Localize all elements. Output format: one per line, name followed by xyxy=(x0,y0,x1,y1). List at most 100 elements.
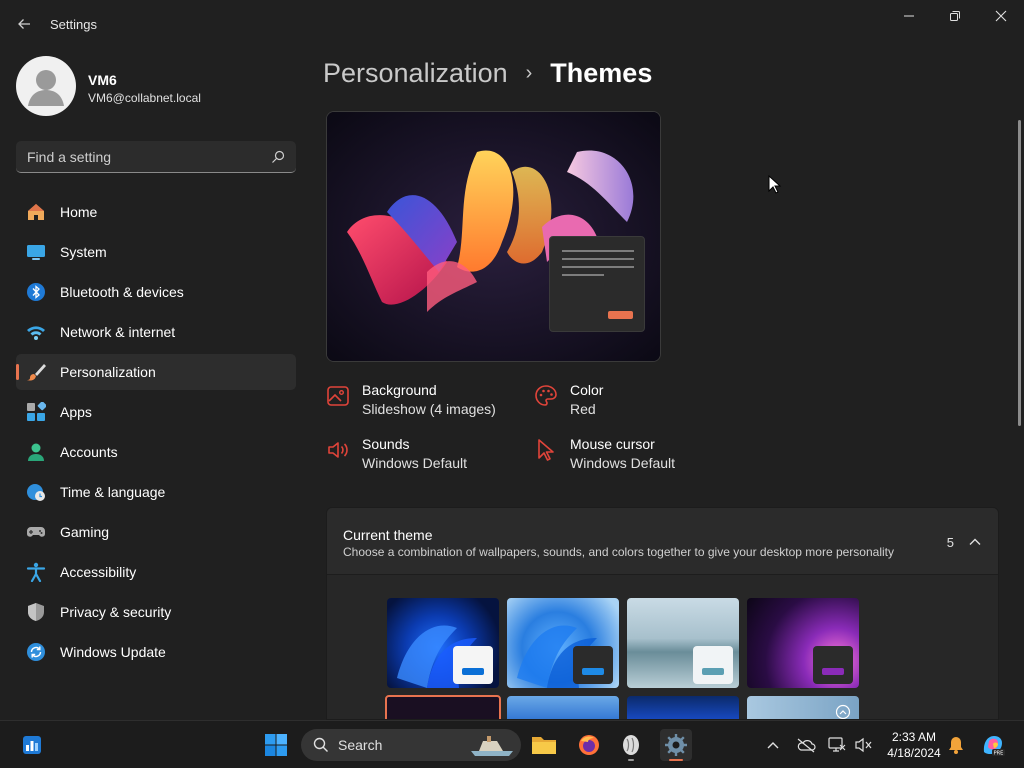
minimize-button[interactable] xyxy=(889,4,929,28)
firefox-button[interactable] xyxy=(573,729,605,761)
theme-thumbnail[interactable] xyxy=(507,598,619,688)
clock-time[interactable]: 2:33 AM xyxy=(880,730,948,744)
sidebar-item-personalization[interactable]: Personalization xyxy=(16,354,296,390)
windows-logo-icon xyxy=(265,734,287,756)
search-highlight-icon xyxy=(471,736,513,756)
taskbar-search[interactable]: Search xyxy=(301,729,521,761)
sidebar-item-home[interactable]: Home xyxy=(16,194,296,230)
mouse-cursor-setting[interactable]: Mouse cursor Windows Default xyxy=(534,436,734,476)
theme-mini-window xyxy=(453,646,493,684)
running-indicator xyxy=(628,759,634,761)
sidebar-item-privacy[interactable]: Privacy & security xyxy=(16,594,296,630)
volume-muted-icon[interactable] xyxy=(855,737,873,753)
sidebar-item-apps[interactable]: Apps xyxy=(16,394,296,430)
home-icon xyxy=(28,204,44,220)
current-theme-title: Current theme xyxy=(343,527,433,543)
svg-text:PRE: PRE xyxy=(994,751,1004,757)
theme-thumbnail[interactable] xyxy=(627,696,739,719)
chevron-up-icon[interactable] xyxy=(766,739,780,751)
sidebar-nav: Home System Bluetooth & devices Network … xyxy=(16,194,296,674)
sidebar-item-accessibility[interactable]: Accessibility xyxy=(16,554,296,590)
avatar xyxy=(16,56,76,116)
app-icon xyxy=(623,735,639,755)
gear-icon xyxy=(665,734,687,756)
sidebar-item-label: Home xyxy=(60,204,98,220)
current-theme-description: Choose a combination of wallpapers, soun… xyxy=(343,545,894,559)
settings-app-button[interactable] xyxy=(660,729,692,761)
theme-thumbnail-selected[interactable] xyxy=(385,695,501,719)
taskbar-search-label: Search xyxy=(338,737,383,753)
network-icon[interactable] xyxy=(828,737,846,753)
back-button[interactable] xyxy=(12,12,36,36)
theme-thumbnail[interactable] xyxy=(747,598,859,688)
file-explorer-button[interactable] xyxy=(528,729,560,761)
sidebar-item-gaming[interactable]: Gaming xyxy=(16,514,296,550)
sidebar-item-label: System xyxy=(60,244,107,260)
settings-search xyxy=(16,141,296,173)
onedrive-offline-icon[interactable] xyxy=(796,737,816,753)
scrollbar[interactable] xyxy=(1018,120,1021,426)
theme-thumbnail[interactable] xyxy=(627,598,739,688)
wifi-icon xyxy=(27,326,45,340)
mouse-cursor-title: Mouse cursor xyxy=(570,436,655,452)
restore-icon xyxy=(950,11,960,21)
sidebar-item-label: Personalization xyxy=(60,364,156,380)
search-input[interactable] xyxy=(16,141,266,172)
theme-gallery xyxy=(327,575,998,719)
active-app-indicator xyxy=(669,759,683,761)
sidebar-item-label: Network & internet xyxy=(60,324,176,340)
copilot-icon[interactable]: PRE xyxy=(980,732,1006,758)
sidebar-item-label: Privacy & security xyxy=(60,604,172,620)
clock-date[interactable]: 4/18/2024 xyxy=(880,746,948,760)
sounds-setting[interactable]: Sounds Windows Default xyxy=(326,436,526,476)
close-button[interactable] xyxy=(981,4,1021,28)
sidebar-item-accounts[interactable]: Accounts xyxy=(16,434,296,470)
folder-icon xyxy=(532,737,556,754)
color-value: Red xyxy=(570,401,596,417)
theme-preview xyxy=(326,111,661,362)
sidebar-item-bluetooth[interactable]: Bluetooth & devices xyxy=(16,274,296,310)
search-icon[interactable] xyxy=(270,149,286,165)
sidebar-item-label: Accounts xyxy=(60,444,118,460)
theme-thumbnail[interactable] xyxy=(747,696,859,719)
user-email: VM6@collabnet.local xyxy=(88,91,201,105)
current-theme-header[interactable]: Current theme Choose a combination of wa… xyxy=(327,508,998,575)
theme-thumbnail[interactable] xyxy=(507,696,619,719)
theme-mini-window xyxy=(813,646,853,684)
sidebar-item-system[interactable]: System xyxy=(16,234,296,270)
color-setting[interactable]: Color Red xyxy=(534,382,734,422)
taskbar: Search 2:33 AM 4/18/2024 PRE xyxy=(0,720,1024,768)
sidebar-item-label: Windows Update xyxy=(60,644,166,660)
sidebar-item-network[interactable]: Network & internet xyxy=(16,314,296,350)
sidebar-item-label: Time & language xyxy=(60,484,166,500)
theme-thumbnail[interactable] xyxy=(387,598,499,688)
clock-globe-icon xyxy=(27,484,45,501)
brush-icon xyxy=(27,364,46,381)
palette-icon xyxy=(535,385,557,406)
breadcrumb: Personalization › Themes xyxy=(323,58,652,89)
gamepad-icon xyxy=(27,527,45,537)
background-setting[interactable]: Background Slideshow (4 images) xyxy=(326,382,526,422)
minimize-icon xyxy=(904,15,914,17)
breadcrumb-parent[interactable]: Personalization xyxy=(323,58,508,89)
color-title: Color xyxy=(570,382,604,398)
preview-window-mockup xyxy=(549,236,645,332)
sidebar-item-label: Apps xyxy=(60,404,92,420)
sidebar-item-windows-update[interactable]: Windows Update xyxy=(16,634,296,670)
sidebar-item-time-language[interactable]: Time & language xyxy=(16,474,296,510)
app-button[interactable] xyxy=(615,729,647,761)
chevron-up-icon[interactable] xyxy=(968,535,982,549)
breadcrumb-separator: › xyxy=(525,62,533,84)
theme-mini-window xyxy=(693,646,733,684)
current-theme-card: Current theme Choose a combination of wa… xyxy=(326,507,999,720)
back-arrow-icon xyxy=(18,19,30,29)
restore-button[interactable] xyxy=(935,4,975,28)
cursor-icon xyxy=(538,439,554,461)
system-icon xyxy=(27,245,45,260)
notification-bell-icon[interactable] xyxy=(948,735,964,755)
get-more-themes-icon xyxy=(835,704,851,719)
widgets-button[interactable] xyxy=(16,729,48,761)
theme-mini-window xyxy=(573,646,613,684)
start-button[interactable] xyxy=(260,729,292,761)
sidebar-item-label: Bluetooth & devices xyxy=(60,284,184,300)
